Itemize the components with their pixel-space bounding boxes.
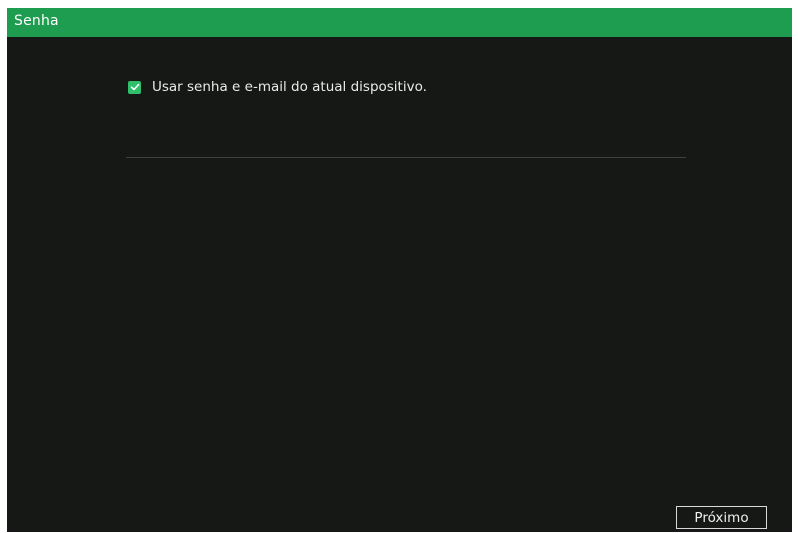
title-bar: Senha — [7, 8, 792, 37]
use-device-password-option[interactable]: Usar senha e e-mail do atual dispositivo… — [128, 77, 427, 97]
divider — [126, 157, 686, 158]
password-setup-window: Senha Usar senha e e-mail do atual dispo… — [7, 8, 792, 532]
checkmark-icon — [130, 83, 139, 91]
window-title: Senha — [14, 13, 59, 29]
use-device-password-checkbox[interactable] — [128, 80, 141, 94]
use-device-password-label[interactable]: Usar senha e e-mail do atual dispositivo… — [152, 79, 427, 95]
next-button[interactable]: Próximo — [676, 506, 767, 529]
